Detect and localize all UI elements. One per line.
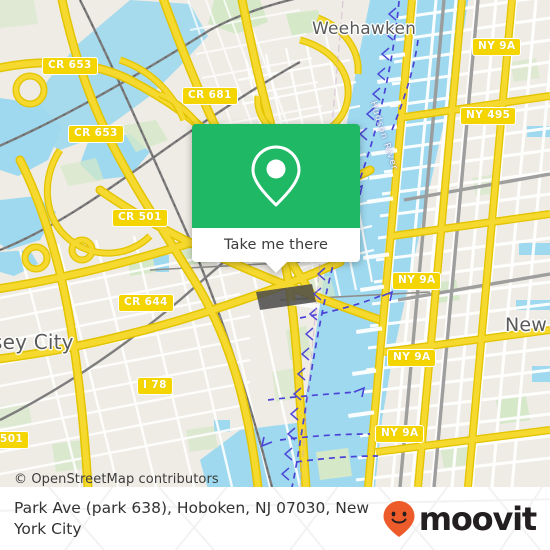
map-screenshot: Weehawken sey City New Y Hudson River CR… (0, 0, 550, 550)
map-canvas[interactable]: Weehawken sey City New Y Hudson River CR… (0, 0, 550, 487)
callout-action-row[interactable]: Take me there (192, 228, 360, 262)
moovit-brand-logo[interactable]: moovit (381, 499, 537, 539)
location-title: Park Ave (park 638), Hoboken, NJ 07030, … (14, 498, 370, 538)
openstreetmap-attribution[interactable]: © OpenStreetMap contributors (14, 472, 219, 487)
footer-bar: Park Ave (park 638), Hoboken, NJ 07030, … (0, 487, 550, 550)
location-callout-card[interactable]: Take me there (192, 124, 360, 273)
moovit-smiley-pin-icon (383, 500, 415, 537)
callout-header (192, 124, 360, 228)
callout-pointer-tail (265, 262, 287, 273)
take-me-there-label: Take me there (223, 237, 329, 253)
moovit-wordmark: moovit (418, 499, 537, 538)
map-pin-icon (251, 145, 301, 207)
